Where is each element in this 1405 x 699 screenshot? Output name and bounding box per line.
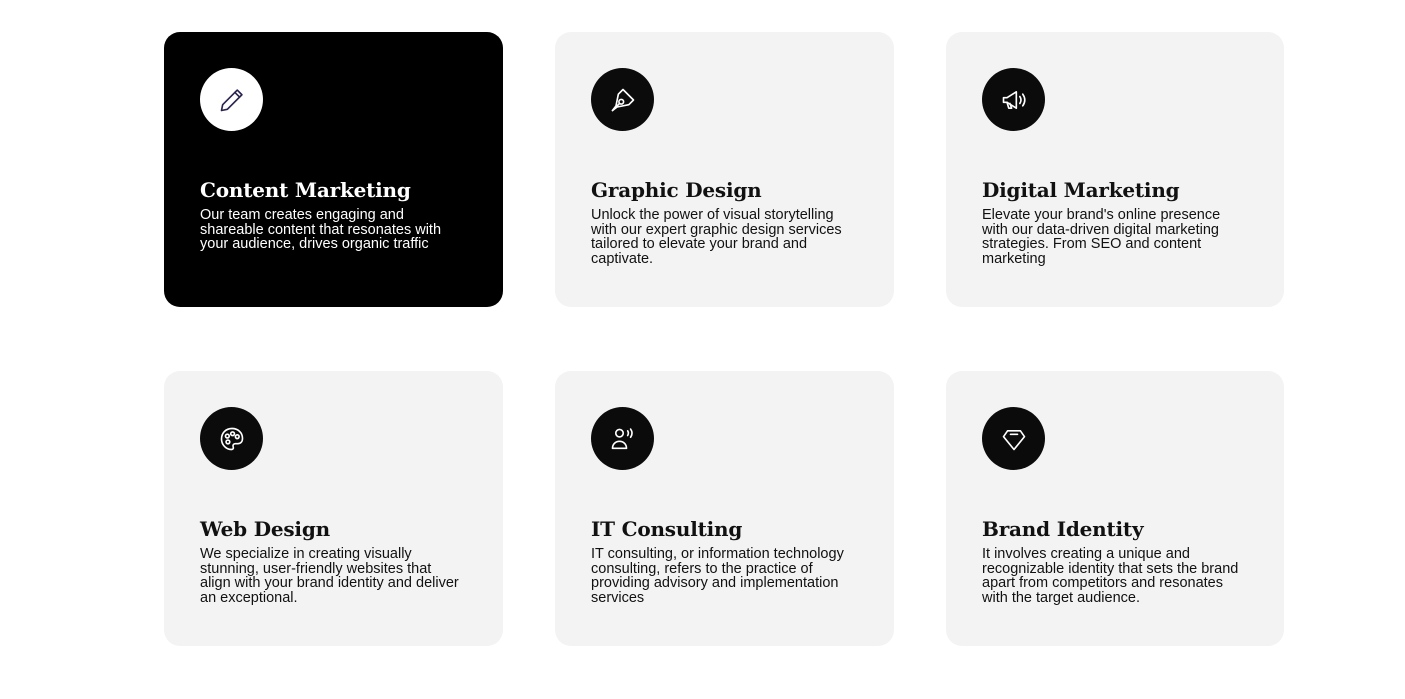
service-description: Our team creates engaging and shareable … — [200, 207, 442, 252]
service-card-web-design[interactable]: Web Design We specialize in creating vis… — [164, 371, 503, 646]
diamond-icon — [1002, 429, 1025, 450]
service-icon-circle — [200, 68, 263, 131]
service-title: Content Marketing — [200, 178, 411, 202]
service-card-graphic-design[interactable]: Graphic Design Unlock the power of visua… — [555, 32, 894, 307]
service-card-brand-identity[interactable]: Brand Identity It involves creating a un… — [946, 371, 1284, 646]
pencil-icon — [220, 88, 243, 111]
palette-icon — [220, 427, 243, 450]
megaphone-icon — [1002, 90, 1026, 109]
service-description: Elevate your brand's online presence wit… — [982, 207, 1221, 267]
service-icon-circle — [982, 68, 1045, 131]
service-title: Brand Identity — [982, 517, 1144, 541]
service-card-content-marketing[interactable]: Content Marketing Our team creates engag… — [164, 32, 503, 307]
service-description: IT consulting, or information technology… — [591, 546, 844, 606]
service-description: Unlock the power of visual storytelling … — [591, 207, 842, 267]
user-voice-icon — [611, 427, 633, 449]
service-description: We specialize in creating visually stunn… — [200, 546, 459, 606]
service-icon-circle — [982, 407, 1045, 470]
service-icon-circle — [200, 407, 263, 470]
service-card-it-consulting[interactable]: IT Consulting IT consulting, or informat… — [555, 371, 894, 646]
service-icon-circle — [591, 407, 654, 470]
service-icon-circle — [591, 68, 654, 131]
service-title: Digital Marketing — [982, 178, 1180, 202]
services-grid: Content Marketing Our team creates engag… — [164, 32, 1284, 646]
service-title: Web Design — [200, 517, 330, 541]
service-title: IT Consulting — [591, 517, 743, 541]
service-description: It involves creating a unique and recogn… — [982, 546, 1239, 606]
service-title: Graphic Design — [591, 178, 762, 202]
pen-tool-icon — [611, 88, 634, 111]
service-card-digital-marketing[interactable]: Digital Marketing Elevate your brand's o… — [946, 32, 1284, 307]
